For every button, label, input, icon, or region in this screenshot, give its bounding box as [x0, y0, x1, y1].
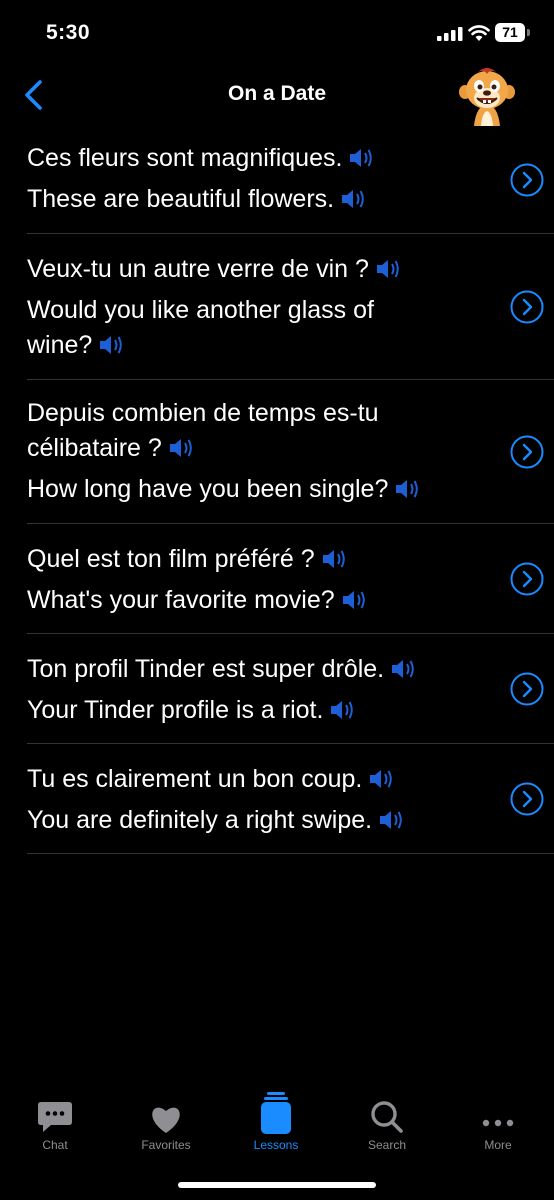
tab-label: Lessons: [253, 1138, 299, 1152]
chevron-right-circle-icon[interactable]: [510, 672, 544, 706]
french-phrase: Ton profil Tinder est super drôle.: [27, 652, 554, 687]
tab-favorites[interactable]: Favorites: [111, 1090, 221, 1152]
french-text: Veux-tu un autre verre de vin ?: [27, 255, 369, 283]
tab-label: Favorites: [141, 1138, 191, 1152]
chat-bubble-icon: [38, 1102, 72, 1132]
french-phrase: Ces fleurs sont magnifiques.: [27, 141, 554, 176]
wifi-icon: [468, 25, 490, 41]
french-text: Tu es clairement un bon coup.: [27, 765, 363, 793]
speaker-icon[interactable]: [340, 187, 366, 211]
speaker-icon[interactable]: [378, 808, 404, 832]
phrase-row[interactable]: Tu es clairement un bon coup. You are de…: [27, 744, 554, 854]
tab-search[interactable]: Search: [332, 1090, 442, 1152]
battery-tip: [527, 29, 530, 36]
french-phrase: Depuis combien de temps es-tu célibatair…: [27, 396, 554, 466]
tab-lessons[interactable]: Lessons: [221, 1090, 331, 1152]
english-phrase: Your Tinder profile is a riot.: [27, 693, 554, 728]
french-text: Ton profil Tinder est super drôle.: [27, 655, 385, 683]
phrase-row[interactable]: Depuis combien de temps es-tu célibatair…: [27, 380, 554, 524]
phrase-row[interactable]: Ces fleurs sont magnifiques. These are b…: [27, 126, 554, 234]
speaker-icon[interactable]: [168, 436, 194, 460]
english-text: You are definitely a right swipe.: [27, 806, 373, 834]
speaker-icon[interactable]: [375, 257, 401, 281]
tab-label: Chat: [42, 1138, 68, 1152]
english-text: These are beautiful flowers.: [27, 185, 335, 213]
chevron-right-circle-icon[interactable]: [510, 435, 544, 469]
meerkat-avatar-icon[interactable]: [456, 66, 518, 126]
english-text: Would you like another glass of wine?: [27, 296, 374, 359]
tab-label: More: [484, 1138, 512, 1152]
speaker-icon[interactable]: [98, 333, 124, 357]
tab-more[interactable]: More: [443, 1090, 553, 1152]
speaker-icon[interactable]: [390, 657, 416, 681]
speaker-icon[interactable]: [321, 547, 347, 571]
french-phrase: Quel est ton film préféré ?: [27, 542, 554, 577]
english-text: How long have you been single?: [27, 475, 389, 503]
phrase-row[interactable]: Ton profil Tinder est super drôle. Your …: [27, 634, 554, 744]
french-text: Ces fleurs sont magnifiques.: [27, 144, 343, 172]
english-text: Your Tinder profile is a riot.: [27, 696, 324, 724]
phrase-list: Ces fleurs sont magnifiques. These are b…: [0, 126, 554, 854]
navigation-bar: On a Date: [0, 66, 554, 126]
status-time: 5:30: [46, 21, 91, 44]
speaker-icon[interactable]: [348, 146, 374, 170]
battery-level: 71: [502, 24, 518, 40]
french-phrase: Tu es clairement un bon coup.: [27, 762, 554, 797]
speaker-icon[interactable]: [394, 477, 420, 501]
speaker-icon[interactable]: [329, 698, 355, 722]
english-phrase: What's your favorite movie?: [27, 583, 554, 618]
french-text: Depuis combien de temps es-tu célibatair…: [27, 399, 379, 462]
tab-label: Search: [367, 1138, 407, 1152]
speaker-icon[interactable]: [368, 767, 394, 791]
lessons-stack-icon: [261, 1092, 291, 1134]
home-indicator: [178, 1182, 376, 1188]
chevron-right-circle-icon[interactable]: [510, 163, 544, 197]
english-phrase: These are beautiful flowers.: [27, 182, 554, 217]
more-dots-icon: [482, 1119, 514, 1127]
chevron-right-circle-icon[interactable]: [510, 562, 544, 596]
english-phrase: Would you like another glass of wine?: [27, 293, 554, 363]
chevron-right-circle-icon[interactable]: [510, 782, 544, 816]
english-text: What's your favorite movie?: [27, 586, 335, 614]
search-icon: [371, 1101, 403, 1133]
speaker-icon[interactable]: [341, 588, 367, 612]
phrase-row[interactable]: Quel est ton film préféré ? What's your …: [27, 524, 554, 634]
tab-chat[interactable]: Chat: [0, 1090, 110, 1152]
phrase-row[interactable]: Veux-tu un autre verre de vin ? Would yo…: [27, 234, 554, 380]
french-phrase: Veux-tu un autre verre de vin ?: [27, 252, 554, 287]
english-phrase: How long have you been single?: [27, 472, 554, 507]
status-bar: 5:30 71: [0, 0, 554, 66]
cellular-signal-icon: [437, 27, 463, 41]
battery-indicator: 71: [495, 23, 525, 42]
english-phrase: You are definitely a right swipe.: [27, 803, 554, 838]
heart-icon: [152, 1107, 180, 1133]
chevron-right-circle-icon[interactable]: [510, 290, 544, 324]
french-text: Quel est ton film préféré ?: [27, 545, 315, 573]
